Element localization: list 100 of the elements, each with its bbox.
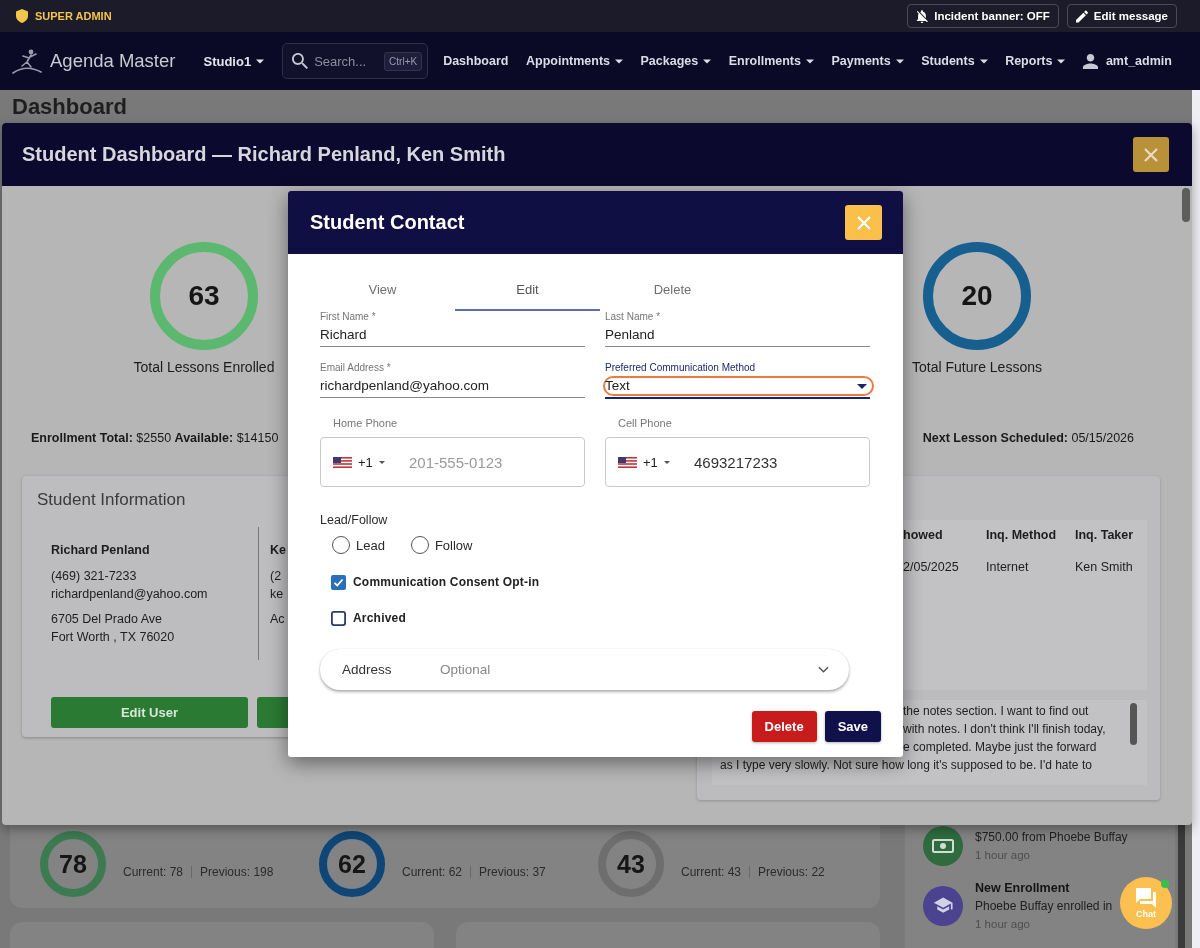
field-label: Preferred Communication Method — [605, 362, 756, 374]
address-line: Fort Worth , TX 76020 — [51, 629, 176, 646]
tab[interactable]: View — [310, 270, 455, 311]
radio-label: Follow — [434, 537, 473, 553]
radio-label: Lead — [356, 537, 385, 553]
incident-banner-button[interactable]: Incident banner: OFF — [907, 4, 1059, 28]
current-count: Current: 62 — [402, 865, 463, 879]
user-icon — [1082, 53, 1098, 69]
role-label: SUPER ADMIN — [35, 10, 112, 22]
table-cell: Ken Smith — [1075, 560, 1133, 574]
caret-icon — [256, 58, 265, 64]
checkbox-label: Communication Consent Opt-in — [353, 575, 540, 589]
notes-text: e completed. Maybe just the forward — [903, 740, 1097, 754]
dropdown-field[interactable]: Text — [603, 376, 874, 396]
edit-message-button[interactable]: Edit message — [1066, 4, 1177, 28]
enrollment-summary: Enrollment Total: $2550 Available: $14150 — [31, 430, 279, 446]
nav-link[interactable]: Students — [921, 54, 988, 68]
field-label: Last Name * — [605, 311, 661, 323]
close-button[interactable] — [845, 205, 882, 240]
nav-link[interactable]: Enrollments — [728, 54, 814, 68]
student-name: Richard Penland — [51, 542, 151, 559]
tab[interactable]: Delete — [600, 270, 745, 311]
caret-icon — [378, 460, 385, 464]
user-menu[interactable]: amt_admin — [1082, 53, 1172, 69]
shortcut-hint: Ctrl+K — [384, 51, 423, 71]
nav-link[interactable]: Packages — [640, 54, 712, 68]
delete-button[interactable]: Delete — [751, 711, 817, 742]
graduation-cap-icon — [923, 886, 963, 926]
checkbox[interactable] — [331, 574, 346, 590]
stat-value: 63 — [188, 280, 220, 312]
previous-count: Previous: 22 — [758, 865, 825, 879]
nav-link[interactable]: Dashboard — [443, 54, 509, 68]
checkbox[interactable] — [331, 610, 346, 626]
stat-label: Total Lessons Enrolled — [133, 358, 275, 376]
dancer-icon — [12, 48, 42, 74]
notes-text: the notes section. I want to find out — [903, 704, 1089, 718]
flag-icon — [618, 456, 637, 468]
stat-label: Total Future Lessons — [912, 358, 1042, 376]
stat-value: 62 — [338, 849, 366, 879]
input-field[interactable]: Richard — [320, 325, 585, 345]
scrollbar-thumb[interactable] — [1130, 703, 1137, 745]
studio-dropdown[interactable]: Studio1 — [203, 53, 265, 69]
pencil-icon — [1075, 9, 1088, 23]
activity-detail: Phoebe Buffay enrolled in — [975, 898, 1113, 914]
table-cell-text: 2/05/2025 — [903, 560, 960, 574]
notes-text: with notes. I don't think I'll finish today, — [903, 722, 1106, 736]
nav-link[interactable]: Payments — [831, 54, 904, 68]
scrollbar-thumb[interactable] — [1178, 825, 1185, 948]
next-lesson: Next Lesson Scheduled: 05/15/2026 — [922, 430, 1134, 446]
scrollbar-track[interactable] — [1192, 90, 1200, 948]
brand-link[interactable]: Agenda Master — [12, 48, 176, 74]
tab[interactable]: Edit — [455, 270, 600, 311]
previous-count: Previous: 198 — [200, 865, 274, 879]
scrollbar-thumb[interactable] — [1182, 188, 1190, 222]
activity-detail: $750.00 from Phoebe Buffay — [975, 829, 1128, 845]
student-email: ke — [270, 586, 285, 603]
nav-link[interactable]: Appointments — [525, 54, 623, 68]
activity-title: New Enrollment — [975, 880, 1071, 896]
nav-link[interactable]: Reports — [1005, 54, 1066, 68]
search-field[interactable]: Search... — [314, 53, 379, 69]
country-select[interactable]: +1 — [606, 438, 693, 486]
input-field[interactable]: Penland — [605, 325, 870, 345]
phone-field[interactable]: +1 201-555-0123 — [320, 437, 585, 487]
student-name: Ke — [270, 542, 286, 559]
address-line: Ac — [270, 611, 286, 628]
current-count: Current: 78 — [123, 865, 184, 879]
bell-off-icon — [916, 9, 929, 23]
card-title: Student Information — [37, 489, 187, 511]
close-button[interactable] — [1133, 137, 1169, 172]
student-phone: (2 — [270, 568, 283, 585]
stat-value: 20 — [961, 280, 993, 312]
dialog-title: Student Dashboard — Richard Penland, Ken Smith — [22, 143, 506, 166]
notes-text: as I type very slowly. Not sure how long it's supposed to be. I'd hate to — [720, 758, 1092, 772]
field-label: Email Address * — [320, 362, 391, 374]
input-field[interactable]: richardpenland@yahoo.com — [320, 376, 585, 396]
close-icon — [856, 215, 871, 230]
edit-user-button[interactable]: Edit User — [51, 697, 248, 728]
group-label: Lead/Follow — [320, 512, 388, 528]
dialog-title: Student Contact — [310, 211, 465, 234]
save-button[interactable]: Save — [824, 711, 881, 742]
address-line: 6705 Del Prado Ave — [51, 611, 163, 628]
address-accordion[interactable]: Address Optional — [320, 649, 849, 690]
caret-icon — [857, 383, 867, 389]
current-count: Current: 43 — [681, 865, 742, 879]
field-label: First Name * — [320, 311, 376, 323]
column-header: howed — [903, 528, 944, 542]
phone-field[interactable]: +1 4693217233 — [605, 437, 870, 487]
flag-icon — [333, 456, 352, 468]
column-header: Inq. Method — [986, 528, 1058, 542]
country-select[interactable]: +1 — [321, 438, 408, 486]
shield-icon — [16, 9, 28, 23]
stat-value: 78 — [59, 849, 87, 879]
stat-value: 43 — [617, 849, 645, 879]
student-phone: (469) 321-7233 — [51, 568, 138, 585]
chat-icon — [1136, 887, 1156, 908]
banknote-icon — [923, 826, 963, 866]
action-button[interactable] — [257, 697, 290, 728]
table-cell-text: Internet — [986, 560, 1030, 574]
page-title: Dashboard — [11, 93, 128, 120]
column-header: Inq. Taker — [1075, 528, 1134, 542]
